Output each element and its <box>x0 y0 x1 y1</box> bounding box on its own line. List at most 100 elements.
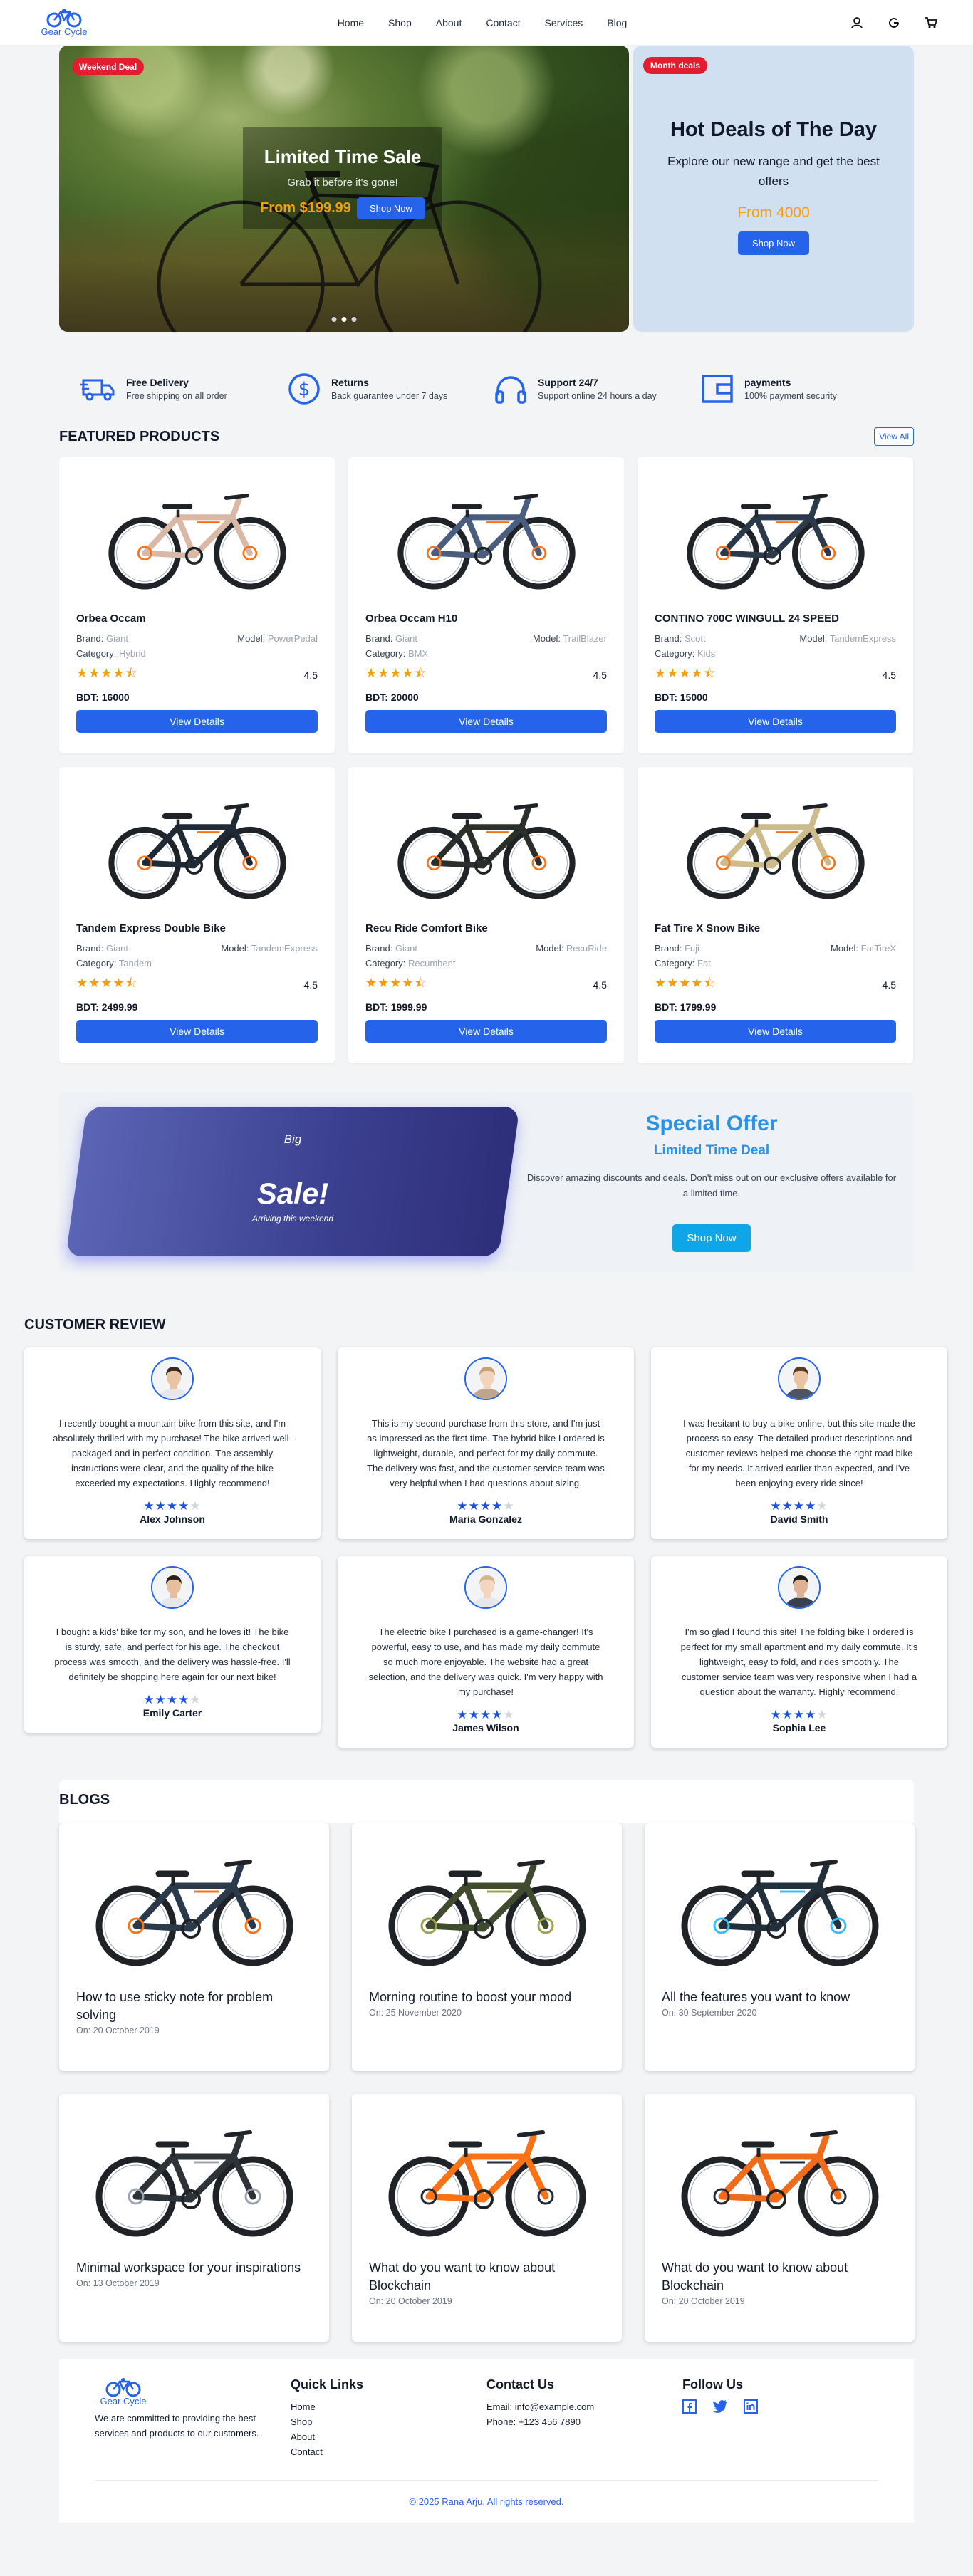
nav-link-about[interactable]: About <box>436 17 462 28</box>
product-image[interactable] <box>365 457 607 612</box>
product-image[interactable] <box>655 457 896 612</box>
review-card: This is my second purchase from this sto… <box>338 1347 634 1539</box>
logo-text: Gear Cycle <box>41 26 88 37</box>
product-image[interactable] <box>76 767 318 922</box>
user-icon[interactable] <box>850 16 863 29</box>
blog-card[interactable]: Minimal workspace for your inspirations … <box>59 2094 329 2342</box>
nav-link-contact[interactable]: Contact <box>486 17 520 28</box>
hero-price-row: From $199.99 Shop Now <box>243 197 442 219</box>
product-price: BDT: 1799.99 <box>655 1001 717 1013</box>
product-model: Model: RecuRide <box>536 943 607 954</box>
review-card: I was hesitant to buy a bike online, but… <box>651 1347 947 1539</box>
product-price: BDT: 20000 <box>365 692 419 703</box>
blog-card[interactable]: Morning routine to boost your mood On: 2… <box>352 1823 622 2071</box>
blog-card[interactable]: All the features you want to know On: 30… <box>645 1823 915 2071</box>
product-name: Fat Tire X Snow Bike <box>655 922 761 934</box>
product-rating: ★★★★⯪ 4.5 <box>76 974 318 996</box>
reviewer-name: Alex Johnson <box>140 1513 205 1525</box>
product-brand: Brand: Giant <box>76 633 128 644</box>
feature-title: Free Delivery <box>126 377 189 388</box>
product-image[interactable] <box>365 767 607 922</box>
blog-card[interactable]: What do you want to know about Blockchai… <box>352 2094 622 2342</box>
blog-date: On: 20 October 2019 <box>369 2296 605 2306</box>
blog-card[interactable]: What do you want to know about Blockchai… <box>645 2094 915 2342</box>
product-rating: ★★★★⯪ 4.5 <box>655 974 896 996</box>
blog-image <box>76 1823 312 1988</box>
blog-title[interactable]: All the features you want to know <box>662 1988 897 2006</box>
product-name: CONTINO 700C WINGULL 24 SPEED <box>655 612 839 625</box>
logo[interactable]: Gear Cycle <box>36 8 93 37</box>
blog-title[interactable]: How to use sticky note for problem solvi… <box>76 1988 312 2024</box>
view-all-button[interactable]: View All <box>874 427 914 446</box>
carousel-dot-2[interactable] <box>341 317 347 322</box>
model-label: Model: <box>237 633 266 644</box>
category-label: Category: <box>76 648 117 659</box>
blog-card[interactable]: How to use sticky note for problem solvi… <box>59 1823 329 2071</box>
footer-logo[interactable]: Gear Cycle <box>95 2377 152 2406</box>
carousel-dot-3[interactable] <box>351 317 357 322</box>
content: Weekend Deal Limited Time Sale Grab it b… <box>59 46 914 1271</box>
social-links <box>682 2399 878 2414</box>
view-details-button[interactable]: View Details <box>365 1020 607 1043</box>
view-details-button[interactable]: View Details <box>655 710 896 733</box>
footer-link-home[interactable]: Home <box>291 2399 486 2414</box>
footer-link-about[interactable]: About <box>291 2429 486 2444</box>
view-details-button[interactable]: View Details <box>76 710 318 733</box>
view-details-button[interactable]: View Details <box>76 1020 318 1043</box>
nav-link-services[interactable]: Services <box>545 17 583 28</box>
product-image[interactable] <box>76 457 318 612</box>
feature-text: Back guarantee under 7 days <box>331 391 448 401</box>
view-details-button[interactable]: View Details <box>365 710 607 733</box>
hero-subtitle: Grab it before it's gone! <box>287 177 398 189</box>
twitter-icon[interactable] <box>712 2399 728 2414</box>
blog-title[interactable]: Minimal workspace for your inspirations <box>76 2259 312 2277</box>
footer-phone: Phone: +123 456 7890 <box>486 2416 581 2427</box>
blog-date: On: 20 October 2019 <box>76 2025 312 2035</box>
date-value: 13 October 2019 <box>93 2278 160 2288</box>
nav-link-blog[interactable]: Blog <box>607 17 627 28</box>
hot-deals-shop-now-button[interactable]: Shop Now <box>738 231 809 255</box>
google-icon[interactable] <box>888 16 900 29</box>
blog-title[interactable]: Morning routine to boost your mood <box>369 1988 605 2006</box>
star-rating-icon: ★★★★⯪ <box>365 976 427 990</box>
date-prefix: On: <box>369 2296 384 2306</box>
rating-value: 4.5 <box>593 979 607 991</box>
review-text: The electric bike I purchased is a game-… <box>368 1627 603 1697</box>
model-value: TrailBlazer <box>563 633 607 644</box>
date-prefix: On: <box>76 2025 91 2035</box>
category-value: BMX <box>408 648 429 659</box>
view-details-button[interactable]: View Details <box>655 1020 896 1043</box>
carousel-dot-1[interactable] <box>331 317 337 322</box>
product-category: Category: BMX <box>365 648 607 659</box>
brand-value: Giant <box>395 943 418 954</box>
hero-carousel[interactable]: Weekend Deal Limited Time Sale Grab it b… <box>59 46 629 332</box>
linkedin-icon[interactable] <box>744 2399 758 2414</box>
blog-date: On: 30 September 2020 <box>662 2008 897 2018</box>
blog-title[interactable]: What do you want to know about Blockchai… <box>662 2259 897 2295</box>
product-price: BDT: 16000 <box>76 692 130 703</box>
model-label: Model: <box>532 633 561 644</box>
headphones-icon <box>495 376 526 404</box>
blog-title[interactable]: What do you want to know about Blockchai… <box>369 2259 605 2295</box>
avatar <box>151 1566 194 1609</box>
product-model: Model: TrailBlazer <box>533 633 607 644</box>
footer-link-shop[interactable]: Shop <box>291 2414 486 2429</box>
hero-shop-now-button[interactable]: Shop Now <box>356 197 425 219</box>
special-shop-now-button[interactable]: Shop Now <box>672 1224 751 1252</box>
product-card: Fat Tire X Snow Bike Brand: Fuji Model: … <box>638 767 913 1063</box>
date-prefix: On: <box>662 2008 677 2018</box>
footer-link-contact[interactable]: Contact <box>291 2444 486 2459</box>
model-value: PowerPedal <box>267 633 318 644</box>
feature-title: payments <box>744 377 791 388</box>
product-image[interactable] <box>655 767 896 922</box>
product-meta: Brand: Giant Model: TandemExpress <box>76 943 318 954</box>
nav-link-home[interactable]: Home <box>338 17 364 28</box>
product-meta: Brand: Giant Model: PowerPedal <box>76 633 318 644</box>
cart-icon[interactable] <box>925 16 937 29</box>
model-label: Model: <box>830 943 859 954</box>
model-value: FatTireX <box>860 943 896 954</box>
footer-email: Email: info@example.com <box>486 2402 595 2412</box>
brand-value: Giant <box>105 943 129 954</box>
facebook-icon[interactable] <box>682 2399 697 2414</box>
nav-link-shop[interactable]: Shop <box>388 17 412 28</box>
